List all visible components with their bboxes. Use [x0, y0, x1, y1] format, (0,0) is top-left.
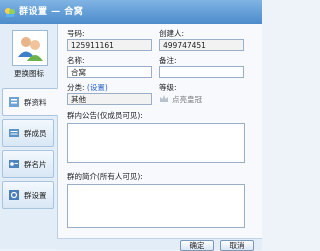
intro-textarea[interactable]: [67, 184, 245, 228]
category-settings-link[interactable]: (设置): [87, 83, 108, 92]
title-bar: 群设置 — 合窝: [0, 0, 262, 24]
creator-field: 499747451: [159, 39, 244, 51]
sidebar-item-label: 群名片: [24, 160, 47, 169]
group-avatar-icon: [18, 37, 43, 61]
window-title: 群设置 — 合窝: [19, 7, 84, 17]
sidebar: 更换图标 群资料 群成员 群名片 群设置: [0, 24, 58, 249]
sidebar-item-profile[interactable]: 群资料: [2, 88, 58, 116]
sidebar-item-label: 群设置: [24, 191, 47, 200]
members-icon: [9, 129, 19, 137]
settings-icon: [9, 190, 19, 200]
announcement-textarea[interactable]: [67, 123, 245, 163]
sidebar-item-label: 群资料: [24, 98, 47, 107]
remark-input[interactable]: [159, 66, 244, 78]
category-label-text: 分类:: [67, 83, 85, 92]
category-field: 其他: [67, 93, 152, 105]
profile-icon: [9, 97, 19, 107]
sidebar-item-card[interactable]: 群名片: [2, 150, 54, 178]
creator-label: 创建人:: [159, 29, 185, 38]
remark-label: 备注:: [159, 56, 177, 65]
level-label: 等级:: [159, 83, 177, 92]
cancel-button[interactable]: 取消: [220, 240, 254, 251]
light-up-crown-link[interactable]: 点亮皇冠: [172, 94, 202, 105]
group-number-field: 125911161: [67, 39, 152, 51]
announcement-label: 群内公告(仅成员可见):: [67, 111, 143, 120]
change-avatar-link[interactable]: 更换图标: [6, 68, 52, 79]
main-panel: 更换图标 群资料 群成员 群名片 群设置 号码: 125911161 创建人: …: [0, 24, 262, 249]
name-label: 名称:: [67, 56, 85, 65]
group-avatar[interactable]: [12, 30, 48, 66]
group-number-label: 号码:: [67, 29, 85, 38]
intro-label: 群的简介(所有人可见):: [67, 172, 143, 181]
sidebar-item-label: 群成员: [24, 129, 47, 138]
app-logo-icon: [5, 8, 15, 17]
card-icon: [9, 160, 19, 168]
crown-icon: [160, 95, 168, 102]
category-label: 分类: (设置): [67, 82, 108, 93]
name-input[interactable]: 合窝: [67, 66, 152, 78]
ok-button[interactable]: 确定: [180, 240, 214, 251]
sidebar-item-members[interactable]: 群成员: [2, 119, 54, 147]
sidebar-item-settings[interactable]: 群设置: [2, 181, 54, 209]
